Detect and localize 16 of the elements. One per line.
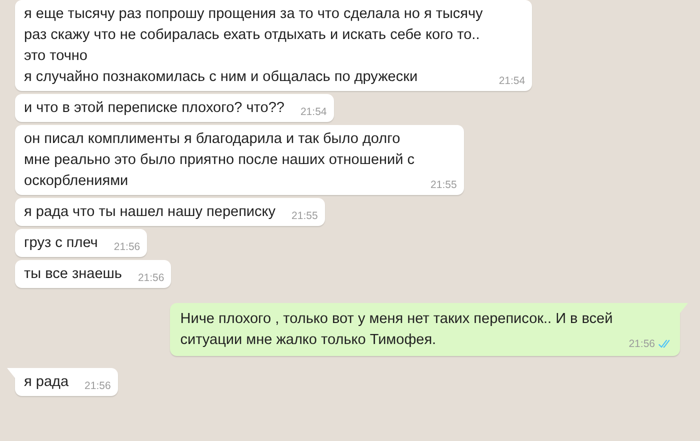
message-time: 21:54 xyxy=(300,105,327,119)
message-time: 21:56 xyxy=(138,271,164,285)
message-text: я рада xyxy=(24,373,69,392)
message-time: 21:55 xyxy=(430,178,457,192)
message-text: и что в этой переписке плохого? что?? xyxy=(24,99,284,118)
message-text: я рада что ты нашел нашу переписку xyxy=(24,203,276,222)
message-time: 21:55 xyxy=(292,209,318,223)
message-time: 21:54 xyxy=(498,74,526,88)
message-time: 21:56 xyxy=(628,337,655,351)
message-text: я еще тысячу раз попрошу прощения за то что сделала но я тысячу раз скажу что не собиралась ехать отдыхать и искать себе кого то.. это точно я случайно познакомилась с ним и общалась по дружески xyxy=(24,5,483,87)
message-time: 21:56 xyxy=(114,240,140,254)
message-text: он писал комплименты я благодарила и так было долго мне реально это было приятно после наших отношений с оскорблениями xyxy=(24,130,415,191)
message-text: Ниче плохого , только вот у меня нет таких переписок.. И в всей ситуации мне жалко только Тимофея. xyxy=(180,310,613,350)
message-text: ты все знаешь xyxy=(24,265,122,284)
message-time: 21:56 xyxy=(84,379,111,393)
message-text: груз с плеч xyxy=(24,234,98,253)
